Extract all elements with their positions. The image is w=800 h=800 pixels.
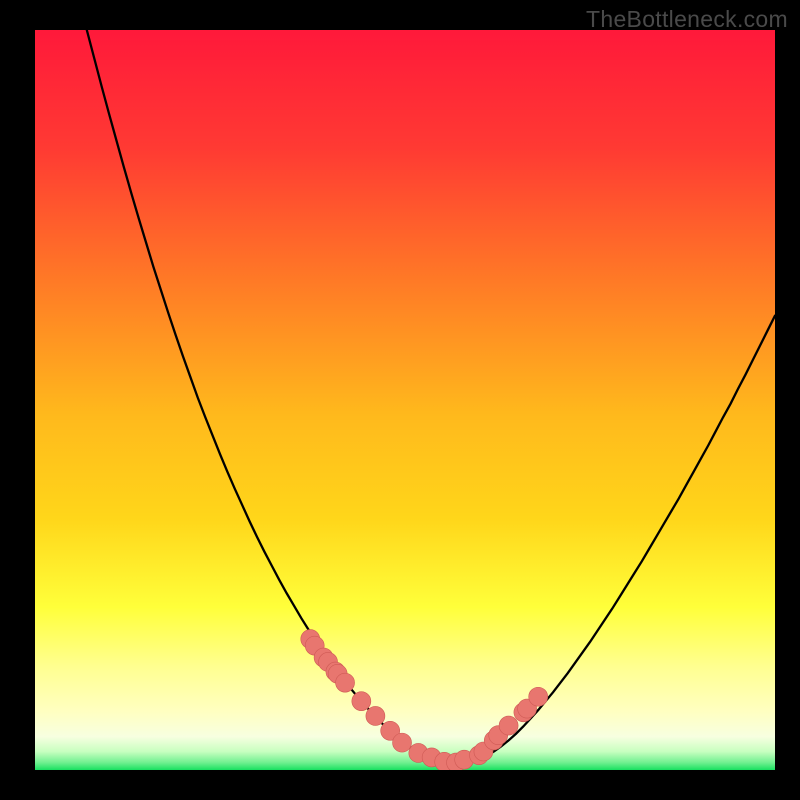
data-marker: [499, 716, 518, 735]
chart-svg: [35, 30, 775, 770]
chart-container: TheBottleneck.com: [0, 0, 800, 800]
data-marker: [336, 673, 355, 692]
plot-area: [35, 30, 775, 770]
watermark-label: TheBottleneck.com: [586, 6, 788, 33]
gradient-background: [35, 30, 775, 770]
data-marker: [393, 733, 412, 752]
data-marker: [529, 687, 548, 706]
data-marker: [352, 692, 371, 711]
data-marker: [366, 706, 385, 725]
